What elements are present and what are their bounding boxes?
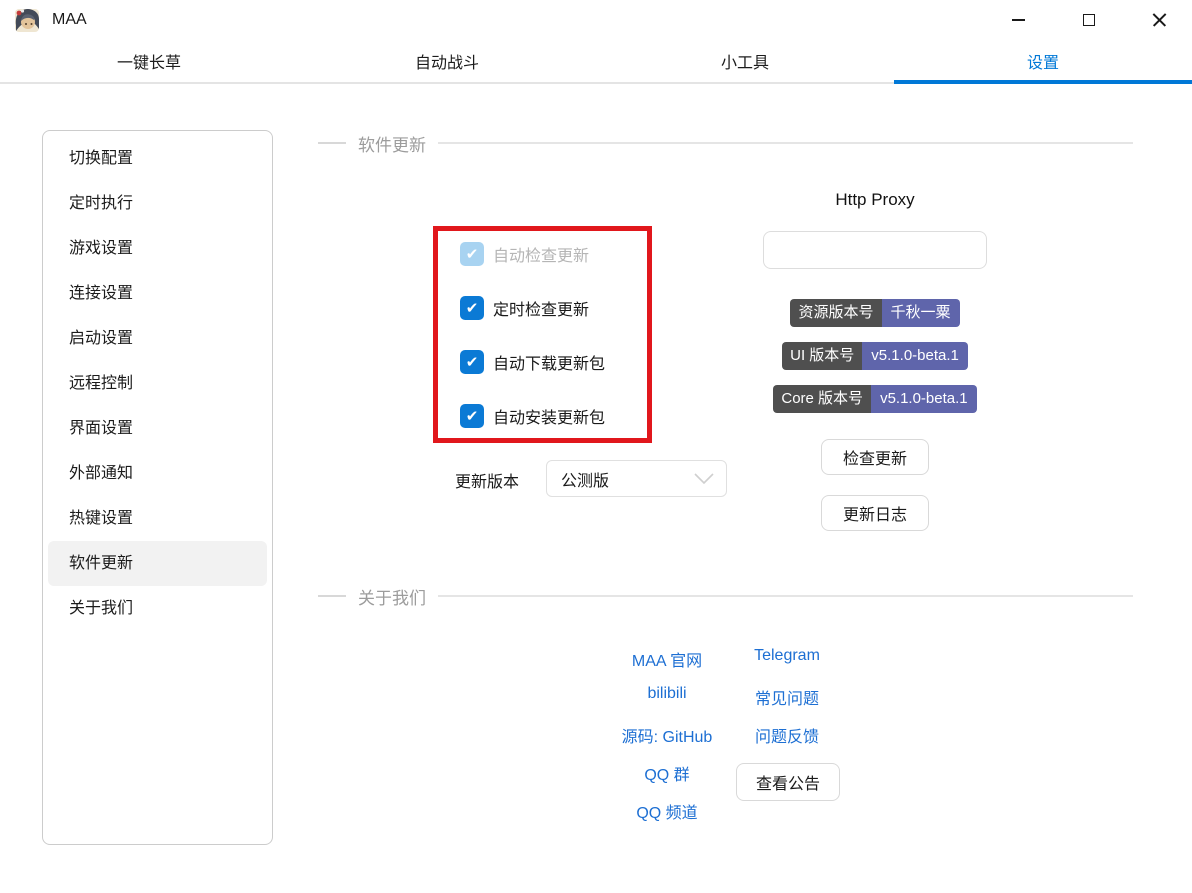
- link-qq-channel[interactable]: QQ 频道: [587, 799, 747, 823]
- update-channel-dropdown[interactable]: 公测版: [546, 460, 727, 497]
- badge-key: UI 版本号: [782, 342, 863, 370]
- link-qq-group[interactable]: QQ 群: [587, 761, 747, 785]
- header-dash-line: [318, 595, 346, 597]
- checkbox-row-scheduled-check-update: ✔ 定时检查更新: [438, 294, 647, 322]
- sidebar-item-game-settings[interactable]: 游戏设置: [48, 226, 267, 271]
- checkbox-auto-install-package[interactable]: ✔: [460, 404, 484, 428]
- sidebar-item-about-us[interactable]: 关于我们: [48, 586, 267, 631]
- checkbox-auto-download-package[interactable]: ✔: [460, 350, 484, 374]
- maximize-button[interactable]: [1066, 0, 1112, 40]
- header-dash-line: [318, 142, 346, 144]
- minimize-icon: [1011, 19, 1025, 21]
- sidebar-item-switch-config[interactable]: 切换配置: [48, 136, 267, 181]
- sidebar-item-software-update[interactable]: 软件更新: [48, 541, 267, 586]
- checkbox-label: 自动检查更新: [493, 248, 590, 265]
- section-title: 关于我们: [358, 588, 426, 608]
- badge-value: 千秋一粟: [881, 299, 960, 327]
- link-faq[interactable]: 常见问题: [707, 685, 867, 709]
- ui-version-badge: UI 版本号 v5.1.0-beta.1: [733, 342, 1017, 370]
- maximize-icon: [1083, 14, 1095, 26]
- close-icon: [1152, 13, 1167, 28]
- title-bar: MAA: [0, 0, 1192, 40]
- app-logo-icon: [15, 9, 39, 32]
- http-proxy-label: Http Proxy: [835, 190, 915, 209]
- tab-settings[interactable]: 设置: [894, 40, 1192, 84]
- sidebar-item-startup-settings[interactable]: 启动设置: [48, 316, 267, 361]
- window-title: MAA: [52, 11, 87, 28]
- tab-farming[interactable]: 一键长草: [0, 40, 298, 82]
- checkbox-auto-check-update[interactable]: ✔: [460, 242, 484, 266]
- header-rule-line: [438, 142, 1133, 144]
- checkbox-label: 自动安装更新包: [493, 410, 606, 427]
- minimize-button[interactable]: [995, 0, 1041, 40]
- sidebar-item-scheduled-run[interactable]: 定时执行: [48, 181, 267, 226]
- core-version-badge: Core 版本号 v5.1.0-beta.1: [733, 385, 1017, 413]
- section-header-software-update: 软件更新: [318, 131, 1133, 155]
- update-channel-label: 更新版本: [455, 474, 520, 491]
- checkbox-row-auto-install-package: ✔ 自动安装更新包: [438, 402, 647, 430]
- check-update-button[interactable]: 检查更新: [821, 439, 929, 475]
- section-header-about-us: 关于我们: [318, 584, 1133, 608]
- sidebar-item-ui-settings[interactable]: 界面设置: [48, 406, 267, 451]
- tab-tools[interactable]: 小工具: [596, 40, 894, 82]
- settings-sidebar: 切换配置 定时执行 游戏设置 连接设置 启动设置 远程控制 界面设置 外部通知 …: [42, 130, 273, 845]
- checkbox-label: 定时检查更新: [493, 302, 590, 319]
- header-rule-line: [438, 595, 1133, 597]
- changelog-button[interactable]: 更新日志: [821, 495, 929, 531]
- checkbox-row-auto-check-update: ✔ 自动检查更新: [438, 240, 647, 268]
- http-proxy-input[interactable]: [763, 231, 987, 269]
- badge-key: 资源版本号: [790, 299, 882, 327]
- checkbox-row-auto-download-package: ✔ 自动下载更新包: [438, 348, 647, 376]
- sidebar-item-connection-settings[interactable]: 连接设置: [48, 271, 267, 316]
- chevron-down-icon: [694, 472, 714, 485]
- link-telegram[interactable]: Telegram: [707, 647, 867, 665]
- badge-value: v5.1.0-beta.1: [862, 342, 968, 370]
- badge-key: Core 版本号: [773, 385, 872, 413]
- update-checkbox-group-highlight: ✔ 自动检查更新 ✔ 定时检查更新 ✔ 自动下载更新包 ✔ 自动安装更新包: [433, 226, 652, 443]
- sidebar-item-external-notification[interactable]: 外部通知: [48, 451, 267, 496]
- tab-copilot[interactable]: 自动战斗: [298, 40, 596, 82]
- checkbox-label: 自动下载更新包: [493, 356, 606, 373]
- close-button[interactable]: [1136, 0, 1182, 40]
- checkbox-scheduled-check-update[interactable]: ✔: [460, 296, 484, 320]
- main-tab-bar: 一键长草 自动战斗 小工具 设置: [0, 40, 1192, 84]
- sidebar-item-hotkey-settings[interactable]: 热键设置: [48, 496, 267, 541]
- view-announcement-button[interactable]: 查看公告: [736, 763, 840, 801]
- resource-version-badge: 资源版本号 千秋一粟: [733, 299, 1017, 327]
- sidebar-item-remote-control[interactable]: 远程控制: [48, 361, 267, 406]
- link-feedback[interactable]: 问题反馈: [707, 723, 867, 747]
- section-title: 软件更新: [358, 135, 426, 155]
- badge-value: v5.1.0-beta.1: [871, 385, 977, 413]
- update-channel-value: 公测版: [561, 472, 610, 490]
